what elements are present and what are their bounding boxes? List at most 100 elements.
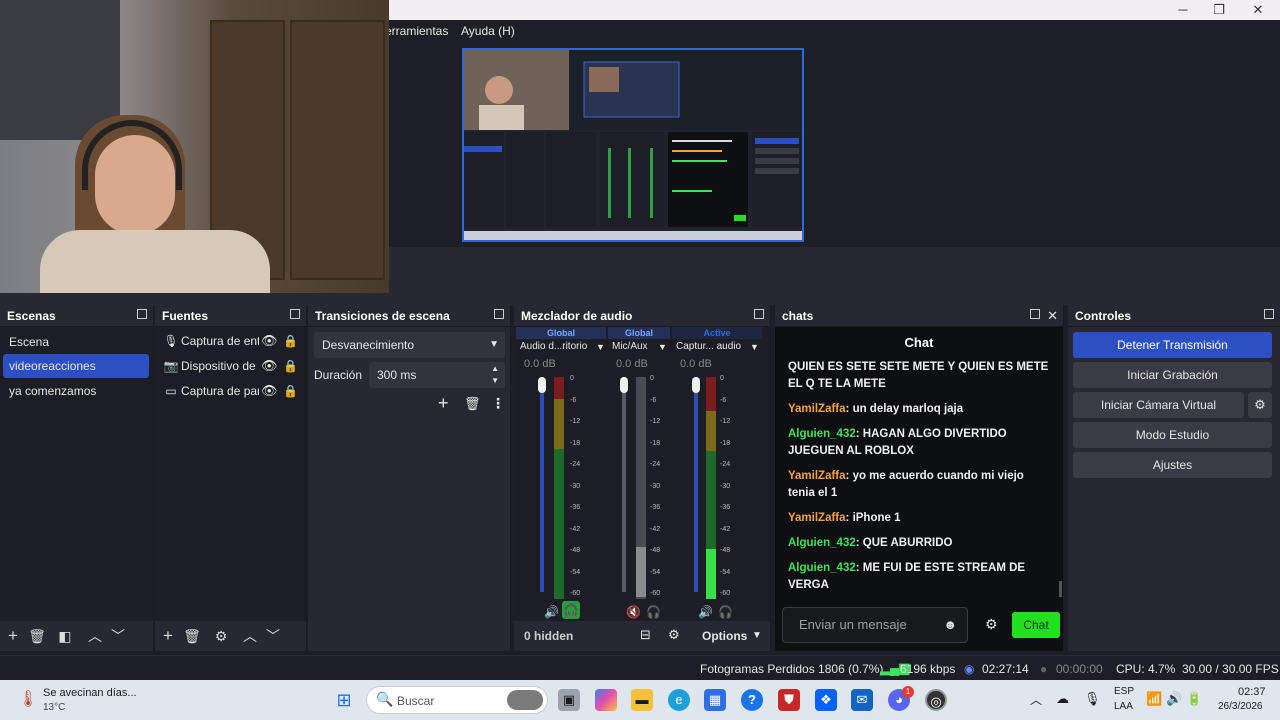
speaker-icon[interactable]: 🔊: [544, 605, 559, 619]
microphone-tray-icon[interactable]: 🎙: [1084, 691, 1101, 707]
wifi-icon[interactable]: 📶: [1146, 691, 1162, 707]
file-explorer-icon[interactable]: ▬: [631, 689, 653, 711]
volume-knob[interactable]: [538, 377, 546, 393]
visibility-eye-icon[interactable]: 👁: [261, 329, 278, 353]
cloud-icon[interactable]: ☁: [1056, 691, 1069, 707]
settings-button[interactable]: Ajustes: [1073, 452, 1272, 478]
help-icon[interactable]: ?: [741, 689, 763, 711]
scene-item[interactable]: Escena: [3, 330, 149, 354]
virtual-camera-button[interactable]: Iniciar Cámara Virtual: [1073, 392, 1244, 418]
visibility-eye-icon[interactable]: 👁: [261, 354, 278, 378]
source-row[interactable]: 🎙 Captura de ent 👁 🔒: [155, 329, 305, 353]
volume-knob[interactable]: [620, 377, 628, 393]
close-icon[interactable]: ✕: [1047, 308, 1058, 324]
transition-select[interactable]: Desvanecimiento ▼: [314, 332, 505, 358]
trash-icon[interactable]: 🗑: [183, 628, 201, 644]
chevron-down-icon[interactable]: ▼: [750, 342, 759, 352]
chat-user[interactable]: Alguien_432: [788, 428, 856, 440]
volume-slider[interactable]: [540, 377, 544, 592]
menu-tools[interactable]: erramientas: [385, 24, 448, 38]
add-icon[interactable]: +: [4, 627, 22, 644]
muted-speaker-icon[interactable]: 🔇: [626, 605, 641, 619]
virtual-camera-gear-icon[interactable]: ⚙: [1248, 392, 1272, 418]
outlook-icon[interactable]: ✉: [851, 689, 873, 711]
chat-user[interactable]: YamilZaffa: [788, 470, 846, 482]
move-up-icon[interactable]: ︿: [86, 628, 104, 644]
dropbox-icon[interactable]: ❖: [815, 689, 837, 711]
lock-icon[interactable]: 🔒: [283, 354, 298, 378]
move-down-icon[interactable]: ﹀: [264, 628, 282, 644]
weather-icon[interactable]: 🌡: [18, 689, 38, 709]
hidden-count[interactable]: 0 hidden: [524, 629, 573, 643]
chevron-down-icon[interactable]: ▼: [752, 630, 762, 641]
copilot-icon[interactable]: [595, 689, 617, 711]
menu-help[interactable]: Ayuda (H): [461, 24, 515, 38]
undock-icon[interactable]: [494, 309, 504, 319]
trash-icon[interactable]: 🗑: [464, 396, 481, 412]
chat-user[interactable]: YamilZaffa: [788, 512, 846, 524]
duration-input[interactable]: 300 ms ▲ ▼: [369, 362, 505, 388]
filter-icon[interactable]: ◧: [56, 628, 74, 644]
source-row[interactable]: ▭ Captura de par 👁 🔒: [155, 379, 305, 403]
lock-icon[interactable]: 🔒: [283, 329, 298, 353]
lock-icon[interactable]: 🔒: [283, 379, 298, 403]
gear-icon[interactable]: ⚙: [212, 628, 230, 644]
close-window-button[interactable]: ✕: [1250, 2, 1266, 18]
volume-knob[interactable]: [692, 377, 700, 393]
undock-icon[interactable]: [1030, 309, 1040, 319]
scene-item[interactable]: ya comenzamos: [3, 379, 149, 403]
chat-user[interactable]: Alguien_432: [788, 562, 856, 574]
trash-icon[interactable]: 🗑: [28, 628, 46, 644]
battery-icon[interactable]: 🔋: [1186, 691, 1202, 707]
chat-message-input[interactable]: Enviar un mensaje ☻: [782, 607, 968, 643]
clock-time[interactable]: 02:37: [1238, 686, 1266, 698]
language-top[interactable]: ESP: [1114, 686, 1134, 697]
studio-mode-button[interactable]: Modo Estudio: [1073, 422, 1272, 448]
undock-icon[interactable]: [754, 309, 764, 319]
options-button[interactable]: Options: [702, 629, 747, 643]
chevron-up-icon[interactable]: ︿: [1030, 691, 1042, 708]
spinner-up-icon[interactable]: ▲: [491, 363, 499, 375]
chat-user[interactable]: YamilZaffa: [788, 403, 846, 415]
gear-icon[interactable]: ⚙: [668, 627, 680, 643]
add-transition-icon[interactable]: +: [438, 393, 449, 414]
volume-icon[interactable]: 🔊: [1166, 691, 1182, 707]
headphones-icon[interactable]: 🎧: [646, 605, 661, 619]
chevron-down-icon[interactable]: ▼: [658, 342, 667, 352]
clock-date[interactable]: 26/3/2026: [1218, 701, 1263, 712]
source-row[interactable]: 📷 Dispositivo de 👁 🔒: [155, 354, 305, 378]
headphones-icon[interactable]: 🎧: [562, 601, 580, 619]
stop-stream-button[interactable]: Detener Transmisión: [1073, 332, 1272, 358]
edge-icon[interactable]: e: [668, 689, 690, 711]
minimize-button[interactable]: ─: [1175, 2, 1191, 18]
chat-user[interactable]: Alguien_432: [788, 537, 856, 549]
emoji-icon[interactable]: ☻: [943, 608, 957, 642]
chat-scrollbar[interactable]: [1059, 581, 1062, 597]
layout-icon[interactable]: ⊟: [640, 627, 651, 643]
volume-slider[interactable]: [694, 377, 698, 592]
antivirus-icon[interactable]: ⛊: [778, 689, 800, 711]
store-icon[interactable]: ▦: [704, 689, 726, 711]
gear-icon[interactable]: ⚙: [985, 616, 998, 633]
language-bottom[interactable]: LAA: [1114, 701, 1133, 712]
windows-start-icon[interactable]: ⊞: [333, 689, 355, 711]
visibility-eye-icon[interactable]: 👁: [261, 379, 278, 403]
headphones-icon[interactable]: 🎧: [718, 605, 733, 619]
maximize-button[interactable]: ❐: [1211, 2, 1227, 18]
taskbar-search[interactable]: 🔍 Buscar: [366, 686, 548, 714]
undock-icon[interactable]: [1264, 309, 1274, 319]
add-icon[interactable]: +: [159, 627, 177, 644]
weather-title[interactable]: Se avecinan días...: [43, 687, 137, 699]
obs-icon[interactable]: ◎: [925, 689, 947, 711]
more-options-icon[interactable]: ⋮: [491, 395, 505, 412]
speaker-icon[interactable]: 🔊: [698, 605, 713, 619]
volume-slider[interactable]: [622, 377, 626, 592]
task-view-icon[interactable]: ▣: [558, 689, 580, 711]
move-down-icon[interactable]: ﹀: [109, 628, 127, 644]
chevron-down-icon[interactable]: ▼: [596, 342, 605, 352]
scene-item-selected[interactable]: videoreacciones: [3, 354, 149, 378]
undock-icon[interactable]: [290, 309, 300, 319]
program-preview[interactable]: [462, 48, 804, 242]
start-recording-button[interactable]: Iniciar Grabación: [1073, 362, 1272, 388]
move-up-icon[interactable]: ︿: [241, 628, 259, 644]
